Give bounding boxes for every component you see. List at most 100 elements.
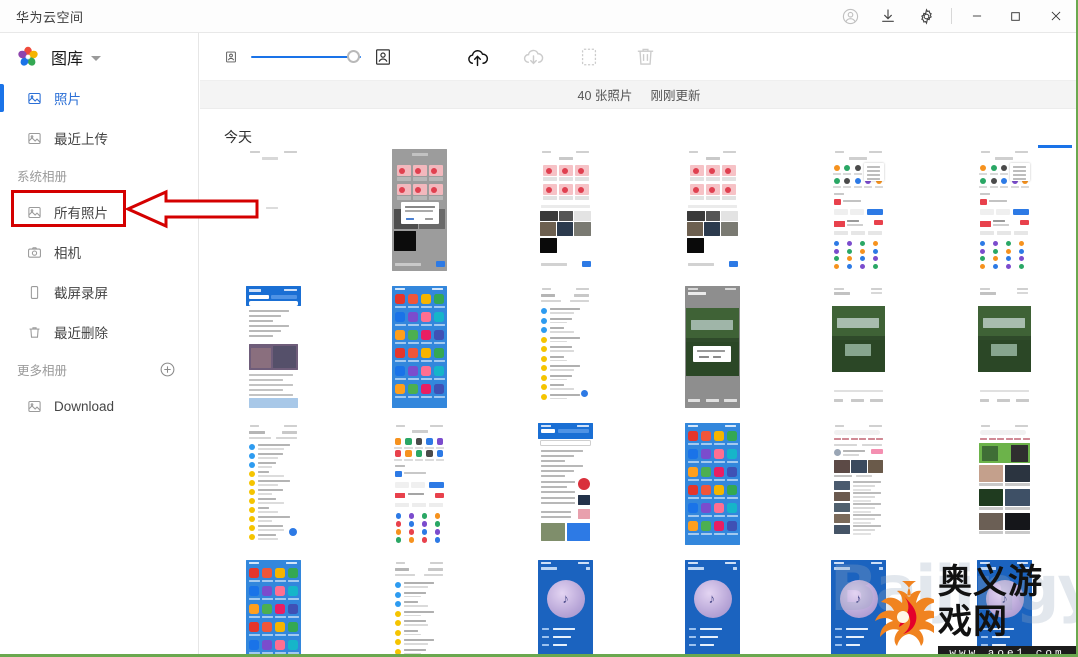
thumbnail-image: ♪: [538, 560, 594, 654]
thumbnail-image: [392, 560, 447, 654]
copy-to-device-button[interactable]: [574, 42, 604, 72]
sidebar-item-screenshots[interactable]: 截屏录屏: [0, 272, 198, 312]
upload-to-cloud-button[interactable]: [462, 42, 492, 72]
minimize-icon: [972, 15, 982, 17]
sidebar-item-label: 最近上传: [54, 132, 108, 147]
minimize-button[interactable]: [958, 0, 996, 33]
thumb-wechat-pay-dark[interactable]: [391, 149, 447, 271]
thumbnail-image: [831, 423, 886, 545]
thumb-music-player-2[interactable]: ♪: [684, 560, 740, 654]
add-album-button[interactable]: [159, 361, 176, 378]
thumb-app-drawer[interactable]: [391, 423, 447, 545]
chevron-down-icon: [91, 56, 102, 61]
sidebar-item-photos[interactable]: 照片: [0, 78, 198, 118]
thumbnail-image: [685, 149, 740, 271]
thumb-video-feed-2[interactable]: [977, 423, 1033, 545]
zoom-control[interactable]: [224, 48, 392, 66]
thumb-chat-list[interactable]: [245, 423, 301, 545]
cloud-download-icon: [523, 49, 543, 65]
thumbnail-image: [830, 286, 886, 408]
thumb-alipay-home-2[interactable]: [977, 149, 1033, 271]
thumb-home-screen-3[interactable]: [245, 560, 301, 654]
gallery-flower-logo: [18, 46, 38, 66]
download-button[interactable]: [869, 0, 907, 33]
photo-icon: [26, 130, 43, 147]
thumbnail-image: [245, 560, 301, 654]
thumb-wechat-pay-light[interactable]: [245, 149, 301, 271]
download-icon: [882, 9, 894, 22]
thumbnail-image: [977, 149, 1032, 271]
thumbnail-image: [977, 423, 1032, 545]
thumbnail-image: [684, 286, 740, 408]
download-from-cloud-button[interactable]: [518, 42, 548, 72]
thumbnail-image: [391, 423, 447, 545]
thumb-settings-list[interactable]: [538, 286, 594, 408]
sidebar-item-label: 截屏录屏: [54, 286, 108, 301]
account-avatar-button[interactable]: [831, 0, 869, 33]
sidebar-item-label: Download: [54, 398, 115, 414]
thumb-alipay-home-1[interactable]: [830, 149, 886, 271]
sidebar-item-label: 所有照片: [54, 206, 108, 221]
zoom-slider[interactable]: [251, 49, 361, 64]
gallery-switcher[interactable]: 图库: [0, 36, 198, 78]
scroll-indicator[interactable]: [1038, 145, 1072, 148]
settings-button[interactable]: [907, 0, 945, 33]
toolbar: [200, 33, 1076, 81]
thumb-browser-page[interactable]: [538, 423, 594, 545]
thumbnail-image: [246, 423, 301, 545]
thumb-pay-grid-2[interactable]: [684, 149, 740, 271]
photo-icon: [26, 204, 43, 221]
photo-icon: [26, 398, 43, 415]
phone-icon: [26, 284, 43, 301]
thumbnail-image: [246, 149, 301, 271]
delete-button[interactable]: [630, 42, 660, 72]
thumbnail-image: [391, 149, 447, 271]
zoom-slider-thumb[interactable]: [347, 49, 360, 63]
day-group-header: 今天: [224, 129, 252, 145]
section-label: 系统相册: [17, 169, 68, 184]
close-icon: [1051, 11, 1061, 21]
thumbnail-image: [245, 286, 301, 408]
maximize-icon: [1010, 11, 1020, 21]
thumb-photo-forest-2[interactable]: [977, 286, 1033, 408]
status-bar: 40 张照片 刚刚更新: [200, 81, 1076, 109]
thumbnail-image: [977, 286, 1033, 408]
cloud-upload-icon: [467, 50, 488, 67]
thumb-music-player-4[interactable]: ♪: [977, 560, 1033, 654]
photo-grid: ♪ ♪ ♪ ♪: [200, 149, 1076, 654]
close-button[interactable]: [1034, 0, 1076, 33]
thumbnail-image: ♪: [977, 560, 1033, 654]
sidebar-section-system-albums: 系统相册: [0, 158, 198, 192]
gear-icon: [920, 7, 932, 25]
toolbar-actions: [462, 42, 660, 72]
sidebar: 图库 照片 最近上传 系统相册 所有照片 相机 截屏录屏 最近删除 更多相册 D…: [0, 33, 199, 654]
thumb-home-screen-2[interactable]: [684, 423, 740, 545]
thumb-music-player-1[interactable]: ♪: [538, 560, 594, 654]
sidebar-item-label: 相机: [54, 246, 81, 261]
thumb-music-player-3[interactable]: ♪: [830, 560, 886, 654]
thumb-video-feed-1[interactable]: [830, 423, 886, 545]
trash-icon: [26, 324, 43, 341]
thumbnail-image: ♪: [830, 560, 886, 654]
thumbnail-image: [831, 149, 886, 271]
gallery-name: 图库: [51, 51, 84, 68]
thumb-news-feed[interactable]: [245, 286, 301, 408]
sidebar-item-download[interactable]: Download: [0, 386, 198, 426]
camera-icon: [26, 244, 43, 261]
sidebar-item-all-photos[interactable]: 所有照片: [0, 192, 198, 232]
zoom-slider-track: [251, 55, 361, 58]
maximize-button[interactable]: [996, 0, 1034, 33]
device-copy-icon: [581, 48, 597, 65]
thumb-doc-list[interactable]: [391, 560, 447, 654]
sidebar-item-camera[interactable]: 相机: [0, 232, 198, 272]
sidebar-item-label: 最近删除: [54, 326, 108, 341]
photo-grid-area: 今天 ♪ ♪ ♪ ♪: [200, 109, 1076, 654]
thumbnail-image: [538, 423, 594, 545]
thumb-pay-grid-1[interactable]: [538, 149, 594, 271]
sidebar-item-recent-uploads[interactable]: 最近上传: [0, 118, 198, 158]
window-title: 华为云空间: [16, 9, 84, 25]
thumb-photo-forest-1[interactable]: [830, 286, 886, 408]
thumb-home-screen-1[interactable]: [391, 286, 447, 408]
thumb-photo-gray-frame[interactable]: [684, 286, 740, 408]
sidebar-item-recently-deleted[interactable]: 最近删除: [0, 312, 198, 352]
